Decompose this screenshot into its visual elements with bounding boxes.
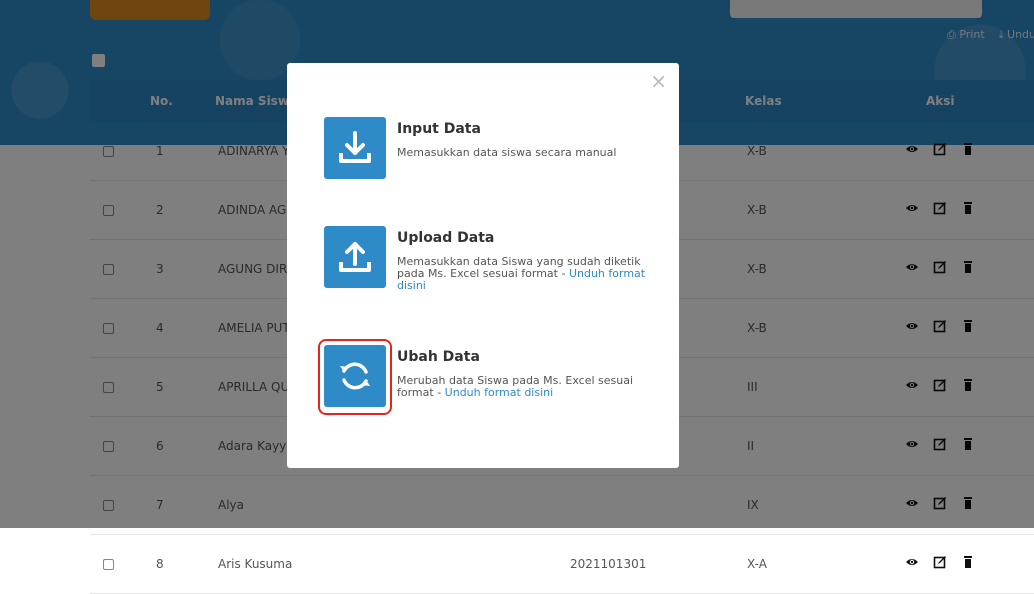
edit-icon[interactable] (933, 555, 947, 569)
ubah-format-link[interactable]: Unduh format disini (445, 386, 554, 399)
close-icon[interactable]: × (650, 71, 667, 91)
ubah-data-option[interactable]: Ubah Data Merubah data Siswa pada Ms. Ex… (318, 339, 664, 415)
upload-data-desc: Memasukkan data Siswa yang sudah diketik… (397, 256, 647, 292)
input-data-desc-text: Memasukkan data siswa secara manual (397, 146, 617, 159)
input-data-option[interactable]: Input Data Memasukkan data siswa secara … (324, 117, 664, 181)
ubah-data-desc: Merubah data Siswa pada Ms. Excel sesuai… (397, 375, 647, 399)
trash-icon[interactable] (961, 555, 975, 569)
input-data-title: Input Data (397, 121, 481, 137)
table-row: 8 Aris Kusuma 2021101301 X-A (90, 535, 1034, 594)
row-nama: Aris Kusuma (218, 557, 293, 571)
ubah-data-title: Ubah Data (397, 349, 480, 365)
upload-icon (339, 242, 371, 272)
row-kelas: X-A (747, 557, 767, 571)
sync-icon (340, 362, 370, 390)
upload-data-tile[interactable] (324, 226, 386, 288)
download-icon (339, 131, 371, 163)
row-nis: 2021101301 (570, 557, 647, 571)
input-data-desc: Memasukkan data siswa secara manual (397, 147, 647, 159)
eye-icon[interactable] (905, 555, 919, 569)
ubah-data-tile[interactable] (324, 345, 386, 407)
upload-data-option[interactable]: Upload Data Memasukkan data Siswa yang s… (324, 226, 664, 292)
input-data-tile[interactable] (324, 117, 386, 179)
row-checkbox[interactable] (103, 559, 114, 570)
row-actions (905, 555, 975, 569)
row-no: 8 (156, 557, 164, 571)
upload-data-title: Upload Data (397, 230, 495, 246)
add-data-modal: × Input Data Memasukkan data siswa secar… (287, 63, 679, 468)
